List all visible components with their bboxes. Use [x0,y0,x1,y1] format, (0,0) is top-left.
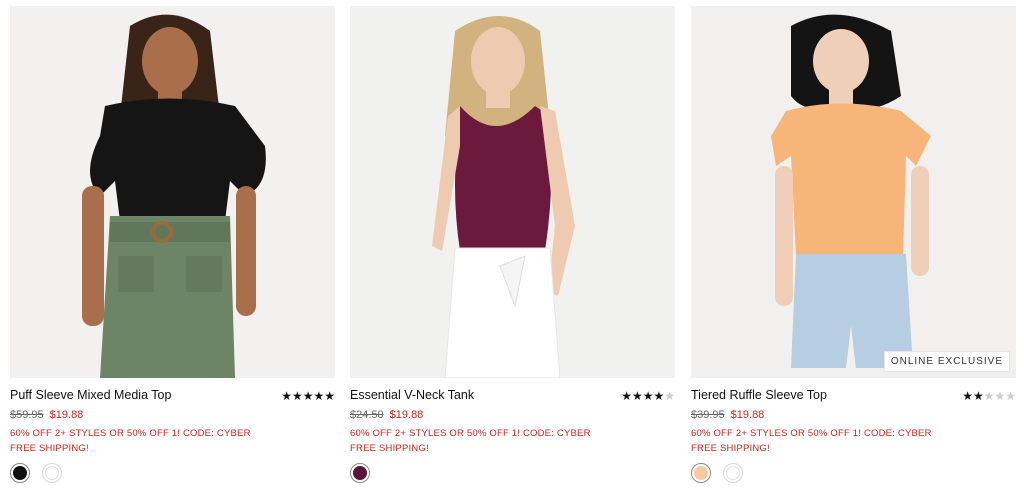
shipping-text: FREE SHIPPING! [10,443,89,454]
rating-stars: ★★★★★ [962,389,1016,403]
online-exclusive-badge: ONLINE EXCLUSIVE [883,351,1010,372]
rating-stars: ★★★★★ [281,389,335,403]
shipping-text: FREE SHIPPING! [691,443,770,454]
price: $39.95 $19.88 [691,409,1016,422]
product-image[interactable] [350,6,675,378]
original-price: $39.95 [691,409,725,421]
product-card: Puff Sleeve Mixed Media Top ★★★★★ $59.95… [10,6,335,483]
sale-price: $19.88 [49,409,84,421]
swatch-black[interactable] [10,463,30,483]
promo-text: 60% OFF 2+ STYLES OR 50% OFF 1! CODE: CY… [10,428,251,439]
product-name[interactable]: Essential V-Neck Tank [350,388,474,402]
color-swatches [350,463,675,483]
price: $59.95 $19.88 [10,409,335,422]
price: $24.50 $19.88 [350,409,675,422]
product-name[interactable]: Puff Sleeve Mixed Media Top [10,388,171,402]
model-photo-black-top [10,6,335,378]
color-swatches [10,463,335,483]
original-price: $24.50 [350,409,384,421]
swatch-white[interactable] [42,463,62,483]
promo-text: 60% OFF 2+ STYLES OR 50% OFF 1! CODE: CY… [691,428,932,439]
sale-price: $19.88 [730,409,765,421]
original-price: $59.95 [10,409,44,421]
swatch-peach[interactable] [691,463,711,483]
swatch-plum[interactable] [350,463,370,483]
swatch-white[interactable] [723,463,743,483]
product-card: ONLINE EXCLUSIVE Tiered Ruffle Sleeve To… [691,6,1016,483]
shipping-text: FREE SHIPPING! [350,443,429,454]
product-image[interactable] [10,6,335,378]
product-image[interactable]: ONLINE EXCLUSIVE [691,6,1016,378]
rating-stars: ★★★★★ [621,389,675,403]
sale-price: $19.88 [389,409,424,421]
color-swatches [691,463,1016,483]
promo-text: 60% OFF 2+ STYLES OR 50% OFF 1! CODE: CY… [350,428,591,439]
product-grid: Puff Sleeve Mixed Media Top ★★★★★ $59.95… [0,0,1024,501]
product-name[interactable]: Tiered Ruffle Sleeve Top [691,388,827,402]
model-photo-plum-tank [350,6,675,378]
product-card: Essential V-Neck Tank ★★★★★ $24.50 $19.88… [350,6,675,483]
model-photo-peach-top [691,6,1016,378]
